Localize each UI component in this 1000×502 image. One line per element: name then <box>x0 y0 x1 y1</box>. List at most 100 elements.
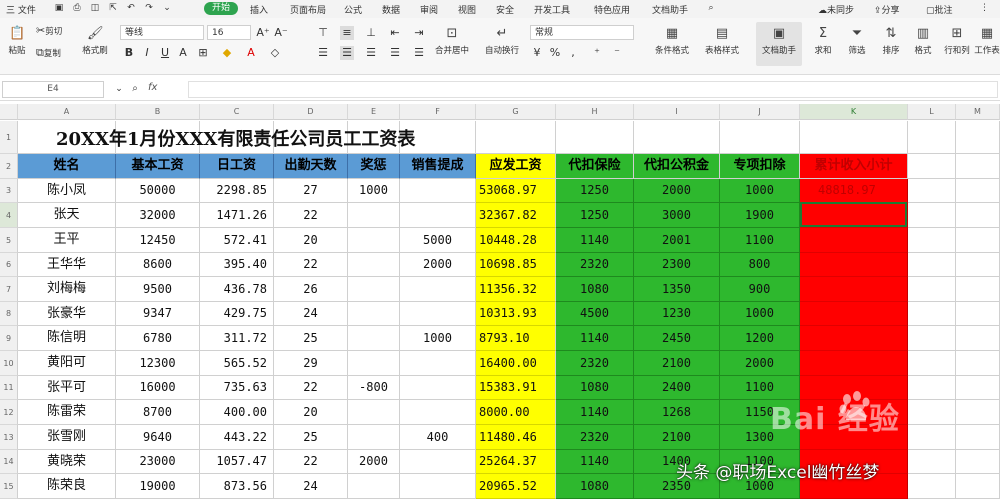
cell-k5[interactable] <box>800 228 908 253</box>
column-header-d[interactable]: D <box>274 104 348 120</box>
number-format-select[interactable]: 常规 <box>530 25 634 40</box>
cell-h13[interactable]: 2320 <box>556 425 634 450</box>
cell-g5[interactable]: 10448.28 <box>476 228 556 253</box>
cell-m9[interactable] <box>956 326 1000 351</box>
cell-c7[interactable]: 436.78 <box>200 277 274 302</box>
cell-j7[interactable]: 900 <box>720 277 800 302</box>
copy-button[interactable]: ⧉复制 <box>36 46 76 60</box>
cell-g13[interactable]: 11480.46 <box>476 425 556 450</box>
cell-d7[interactable]: 26 <box>274 277 348 302</box>
cell-b4[interactable]: 32000 <box>116 203 200 228</box>
dropdown-icon[interactable]: ⌄ <box>160 1 174 15</box>
zoom-search-icon[interactable]: ⌕ <box>128 82 142 96</box>
cell-i3[interactable]: 2000 <box>634 179 720 203</box>
column-header-e[interactable]: E <box>348 104 400 120</box>
select-all-corner[interactable] <box>0 104 18 120</box>
cell-f4[interactable] <box>400 203 476 228</box>
cell-c15[interactable]: 873.56 <box>200 474 274 499</box>
cell-c8[interactable]: 429.75 <box>200 302 274 326</box>
conditional-format-button[interactable]: ▦ 条件格式 <box>650 26 694 56</box>
cell-m10[interactable] <box>956 351 1000 376</box>
tab-features[interactable]: 特色应用 <box>594 3 630 16</box>
row-header-10[interactable]: 10 <box>0 351 18 376</box>
cell-f2[interactable]: 销售提成 <box>400 154 476 179</box>
cell-b8[interactable]: 9347 <box>116 302 200 326</box>
row-column-button[interactable]: ⊞ 行和列 <box>942 26 972 56</box>
column-header-h[interactable]: H <box>556 104 634 120</box>
tab-developer[interactable]: 开发工具 <box>534 3 570 16</box>
currency-icon[interactable]: ¥ <box>530 46 544 60</box>
fill-color-icon[interactable]: ◆ <box>220 46 234 60</box>
row-header-13[interactable]: 13 <box>0 425 18 450</box>
cell-c9[interactable]: 311.72 <box>200 326 274 351</box>
cell-l15[interactable] <box>908 474 956 499</box>
align-middle-icon[interactable]: ≡ <box>340 26 354 40</box>
cell-k10[interactable] <box>800 351 908 376</box>
cell-e14[interactable]: 2000 <box>348 450 400 474</box>
doc-helper-button[interactable]: ▣ 文档助手 <box>756 22 802 66</box>
row-header-4[interactable]: 4 <box>0 203 18 228</box>
column-header-c[interactable]: C <box>200 104 274 120</box>
cell-c4[interactable]: 1471.26 <box>200 203 274 228</box>
cell-b11[interactable]: 16000 <box>116 376 200 400</box>
cell-g6[interactable]: 10698.85 <box>476 253 556 277</box>
cell-g14[interactable]: 25264.37 <box>476 450 556 474</box>
cell-j2[interactable]: 专项扣除 <box>720 154 800 179</box>
tab-formula[interactable]: 公式 <box>344 3 362 16</box>
column-header-b[interactable]: B <box>116 104 200 120</box>
cell-m14[interactable] <box>956 450 1000 474</box>
cell-c2[interactable]: 日工资 <box>200 154 274 179</box>
cell-h5[interactable]: 1140 <box>556 228 634 253</box>
align-top-icon[interactable]: ⊤ <box>316 26 330 40</box>
name-box-dropdown-icon[interactable]: ⌄ <box>112 82 126 96</box>
cell-a9[interactable]: 陈信明 <box>18 326 116 351</box>
undo-icon[interactable]: ↶ <box>124 1 138 15</box>
row-header-2[interactable]: 2 <box>0 154 18 179</box>
cell-d14[interactable]: 22 <box>274 450 348 474</box>
cell-g15[interactable]: 20965.52 <box>476 474 556 499</box>
cell-e15[interactable] <box>348 474 400 499</box>
decimal-decrease-icon[interactable]: ⁻ <box>610 46 624 60</box>
thousands-icon[interactable]: , <box>566 46 580 60</box>
align-left-icon[interactable]: ☰ <box>316 46 330 60</box>
cell-l13[interactable] <box>908 425 956 450</box>
cell-k1[interactable] <box>800 121 908 154</box>
cell-l4[interactable] <box>908 203 956 228</box>
cell-e7[interactable] <box>348 277 400 302</box>
row-header-6[interactable]: 6 <box>0 253 18 277</box>
cell-i1[interactable] <box>634 121 720 154</box>
cell-f7[interactable] <box>400 277 476 302</box>
cell-a13[interactable]: 张雪刚 <box>18 425 116 450</box>
bold-icon[interactable]: B <box>122 46 136 60</box>
cell-i6[interactable]: 2300 <box>634 253 720 277</box>
cell-a12[interactable]: 陈雷荣 <box>18 400 116 425</box>
cell-j9[interactable]: 1200 <box>720 326 800 351</box>
cell-a14[interactable]: 黄晓荣 <box>18 450 116 474</box>
cell-d15[interactable]: 24 <box>274 474 348 499</box>
formula-input[interactable] <box>188 81 998 98</box>
cell-l6[interactable] <box>908 253 956 277</box>
cell-b6[interactable]: 8600 <box>116 253 200 277</box>
column-header-k[interactable]: K <box>800 104 908 120</box>
cell-m7[interactable] <box>956 277 1000 302</box>
cell-j6[interactable]: 800 <box>720 253 800 277</box>
cell-e8[interactable] <box>348 302 400 326</box>
search-icon[interactable]: ⌕ <box>704 1 718 15</box>
font-size-select[interactable]: 16 <box>207 25 251 40</box>
cell-d8[interactable]: 24 <box>274 302 348 326</box>
cell-e12[interactable] <box>348 400 400 425</box>
cell-g1[interactable] <box>476 121 556 154</box>
cell-a7[interactable]: 刘梅梅 <box>18 277 116 302</box>
cell-g9[interactable]: 8793.10 <box>476 326 556 351</box>
indent-increase-icon[interactable]: ⇥ <box>412 26 426 40</box>
cell-h6[interactable]: 2320 <box>556 253 634 277</box>
cell-l11[interactable] <box>908 376 956 400</box>
cell-e6[interactable] <box>348 253 400 277</box>
cell-h11[interactable]: 1080 <box>556 376 634 400</box>
row-header-5[interactable]: 5 <box>0 228 18 253</box>
cell-g3[interactable]: 53068.97 <box>476 179 556 203</box>
sort-button[interactable]: ⇅ 排序 <box>878 26 904 56</box>
cell-l5[interactable] <box>908 228 956 253</box>
cell-l14[interactable] <box>908 450 956 474</box>
percent-icon[interactable]: % <box>548 46 562 60</box>
